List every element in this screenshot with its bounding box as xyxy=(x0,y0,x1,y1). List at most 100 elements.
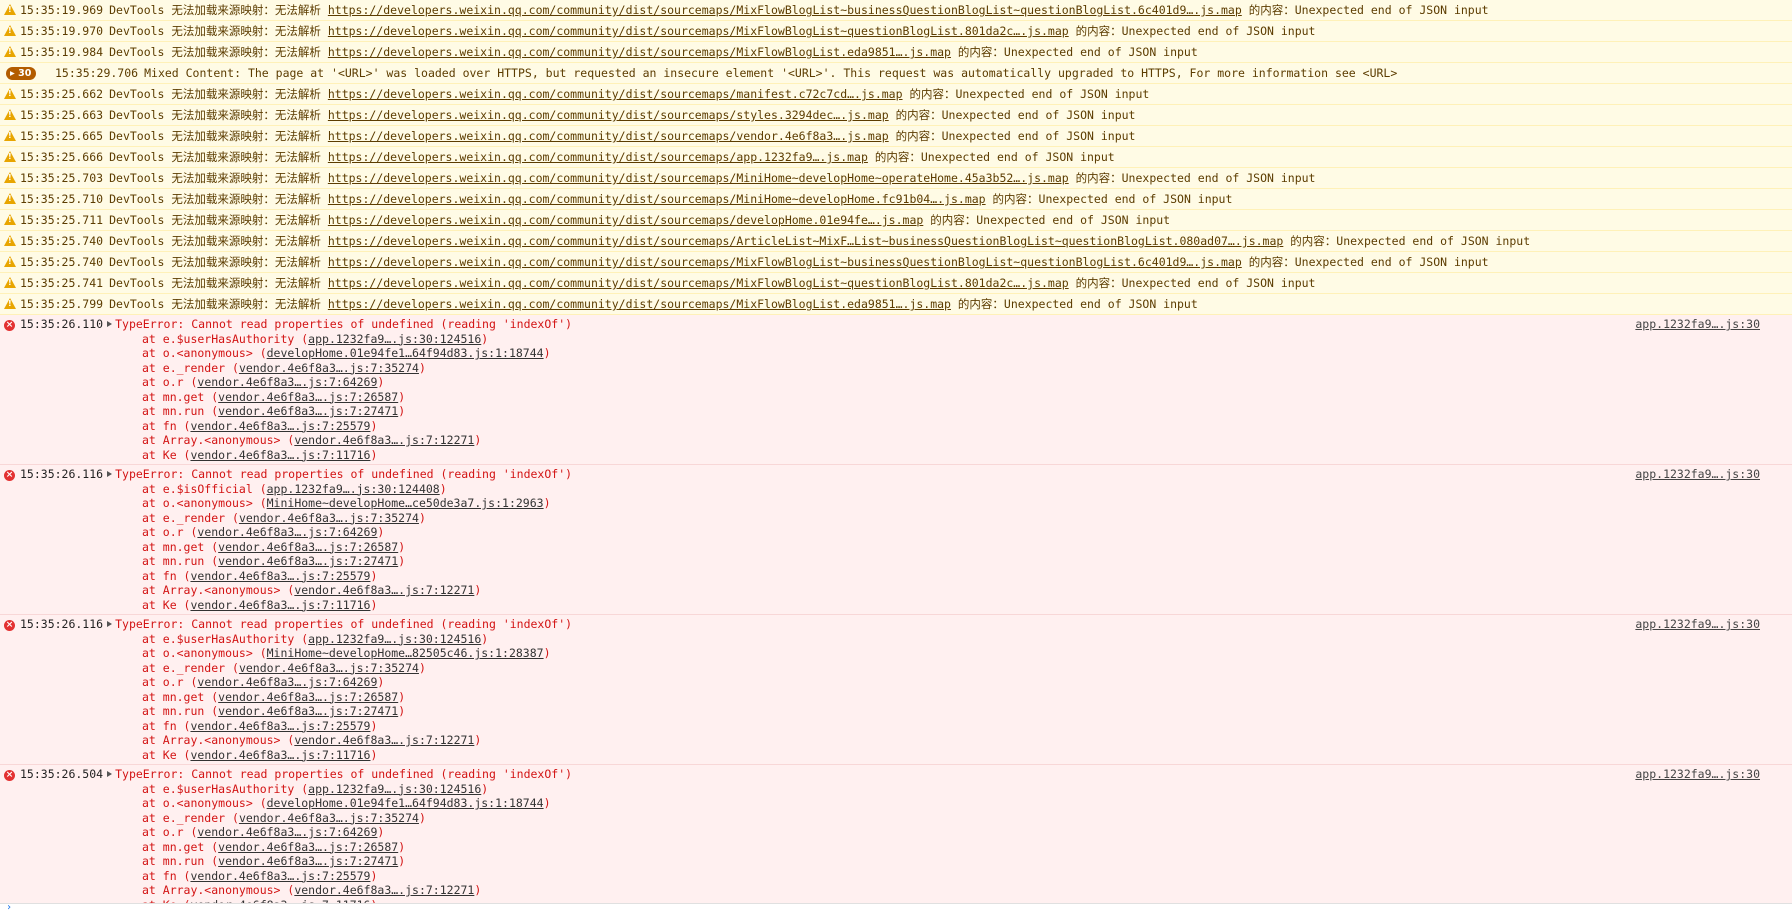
error-header[interactable]: 15:35:26.110 TypeError: Cannot read prope… xyxy=(0,317,1792,332)
stack-frame-location-link[interactable]: vendor.4e6f8a3….js:7:35274 xyxy=(239,811,419,825)
warning-row[interactable]: 15:35:25.740 DevTools 无法加载来源映射：无法解析 https… xyxy=(0,231,1792,252)
error-header[interactable]: 15:35:26.116 TypeError: Cannot read prope… xyxy=(0,617,1792,632)
sourcemap-link[interactable]: https://developers.weixin.qq.com/communi… xyxy=(328,24,1069,38)
message-tail: 的内容：Unexpected end of JSON input xyxy=(1075,171,1316,185)
stack-frame-location-link[interactable]: vendor.4e6f8a3….js:7:26587 xyxy=(218,840,398,854)
mixed-content-warning-row[interactable]: ▸ 30 15:35:29.706 Mixed Content: The page… xyxy=(0,63,1792,84)
stack-frame-close: ) xyxy=(370,418,378,433)
warning-row[interactable]: 15:35:25.703 DevTools 无法加载来源映射：无法解析 https… xyxy=(0,168,1792,189)
warning-icon xyxy=(4,130,16,141)
stack-frame-location-link[interactable]: app.1232fa9….js:30:124516 xyxy=(308,632,481,646)
stack-frame-location-link[interactable]: vendor.4e6f8a3….js:7:64269 xyxy=(197,675,377,689)
sourcemap-link[interactable]: https://developers.weixin.qq.com/communi… xyxy=(328,3,1242,17)
warning-row[interactable]: 15:35:19.970 DevTools 无法加载来源映射：无法解析 https… xyxy=(0,21,1792,42)
stack-frame-location-link[interactable]: app.1232fa9….js:30:124408 xyxy=(267,482,440,496)
warning-row[interactable]: 15:35:25.711 DevTools 无法加载来源映射：无法解析 https… xyxy=(0,210,1792,231)
timestamp: 15:35:26.116 xyxy=(20,617,104,631)
stack-frame-location-link[interactable]: developHome.01e94fe1…64f94d83.js:1:18744 xyxy=(267,796,544,810)
stack-frame-location-link[interactable]: vendor.4e6f8a3….js:7:27471 xyxy=(218,704,398,718)
console-prompt[interactable]: › xyxy=(0,903,1792,912)
stack-frame-function: at e.$userHasAuthority ( xyxy=(142,331,309,346)
stack-frame-location-link[interactable]: vendor.4e6f8a3….js:7:35274 xyxy=(239,661,419,675)
stack-frame-location-link[interactable]: developHome.01e94fe1…64f94d83.js:1:18744 xyxy=(267,346,544,360)
expand-triangle-icon[interactable] xyxy=(107,321,113,327)
stack-frame-location-link[interactable]: vendor.4e6f8a3….js:7:27471 xyxy=(218,404,398,418)
sourcemap-link[interactable]: https://developers.weixin.qq.com/communi… xyxy=(328,192,986,206)
stack-frame-location-link[interactable]: vendor.4e6f8a3….js:7:27471 xyxy=(218,854,398,868)
error-header[interactable]: 15:35:26.504 TypeError: Cannot read prope… xyxy=(0,767,1792,782)
stack-frame-function: at mn.run ( xyxy=(142,554,219,568)
expand-triangle-icon[interactable] xyxy=(107,771,113,777)
stack-frame-location-link[interactable]: vendor.4e6f8a3….js:7:12271 xyxy=(294,733,474,747)
stack-frame-location-link[interactable]: vendor.4e6f8a3….js:7:26587 xyxy=(218,690,398,704)
error-icon: × xyxy=(4,320,15,331)
stack-frame-location-link[interactable]: vendor.4e6f8a3….js:7:27471 xyxy=(218,554,398,568)
sourcemap-link[interactable]: https://developers.weixin.qq.com/communi… xyxy=(328,213,923,227)
sourcemap-link[interactable]: https://developers.weixin.qq.com/communi… xyxy=(328,171,1069,185)
warning-row[interactable]: 15:35:25.662 DevTools 无法加载来源映射：无法解析 https… xyxy=(0,84,1792,105)
message-source: DevTools xyxy=(109,297,165,311)
repeat-count-badge[interactable]: ▸ 30 xyxy=(6,67,37,80)
stack-frame-location-link[interactable]: vendor.4e6f8a3….js:7:25579 xyxy=(190,719,370,733)
sourcemap-link[interactable]: https://developers.weixin.qq.com/communi… xyxy=(328,129,889,143)
warning-row[interactable]: 15:35:25.666 DevTools 无法加载来源映射：无法解析 https… xyxy=(0,147,1792,168)
stack-frame-location-link[interactable]: vendor.4e6f8a3….js:7:25579 xyxy=(190,869,370,883)
stack-frame-location-link[interactable]: MiniHome~developHome…ce50de3a7.js:1:2963 xyxy=(267,496,544,510)
sourcemap-link[interactable]: https://developers.weixin.qq.com/communi… xyxy=(328,276,1069,290)
error-source-link[interactable]: app.1232fa9….js:30 xyxy=(1635,467,1760,482)
stack-frame-location-link[interactable]: app.1232fa9….js:30:124516 xyxy=(308,332,481,346)
stack-frame-function: at o.<anonymous> ( xyxy=(142,646,267,660)
stack-frame: at o.<anonymous> (MiniHome~developHome…8… xyxy=(0,646,1792,661)
stack-frame-function: at o.<anonymous> ( xyxy=(142,796,267,810)
stack-frame: at e.$isOfficial (app.1232fa9….js:30:124… xyxy=(0,482,1792,497)
stack-frame-location-link[interactable]: vendor.4e6f8a3….js:7:35274 xyxy=(239,511,419,525)
stack-frame-location-link[interactable]: vendor.4e6f8a3….js:7:64269 xyxy=(197,525,377,539)
stack-frame: at o.<anonymous> (developHome.01e94fe1…6… xyxy=(0,346,1792,361)
sourcemap-link[interactable]: https://developers.weixin.qq.com/communi… xyxy=(328,234,1283,248)
stack-frame: at Ke (vendor.4e6f8a3….js:7:11716) xyxy=(0,748,1792,763)
stack-frame-location-link[interactable]: vendor.4e6f8a3….js:7:25579 xyxy=(190,419,370,433)
warning-row[interactable]: 15:35:19.984 DevTools 无法加载来源映射：无法解析 https… xyxy=(0,42,1792,63)
stack-frame-location-link[interactable]: app.1232fa9….js:30:124516 xyxy=(308,782,481,796)
stack-frame-location-link[interactable]: vendor.4e6f8a3….js:7:26587 xyxy=(218,540,398,554)
warning-row[interactable]: 15:35:25.710 DevTools 无法加载来源映射：无法解析 https… xyxy=(0,189,1792,210)
sourcemap-link[interactable]: https://developers.weixin.qq.com/communi… xyxy=(328,150,868,164)
stack-frame: at mn.get (vendor.4e6f8a3….js:7:26587) xyxy=(0,840,1792,855)
stack-frame-location-link[interactable]: vendor.4e6f8a3….js:7:25579 xyxy=(190,569,370,583)
error-header[interactable]: 15:35:26.116 TypeError: Cannot read prope… xyxy=(0,467,1792,482)
stack-frame-close: ) xyxy=(398,554,406,568)
stack-frame-location-link[interactable]: vendor.4e6f8a3….js:7:26587 xyxy=(218,390,398,404)
sourcemap-link[interactable]: https://developers.weixin.qq.com/communi… xyxy=(328,87,903,101)
stack-frame-location-link[interactable]: vendor.4e6f8a3….js:7:12271 xyxy=(294,583,474,597)
stack-frame-location-link[interactable]: vendor.4e6f8a3….js:7:11716 xyxy=(190,448,370,462)
sourcemap-link[interactable]: https://developers.weixin.qq.com/communi… xyxy=(328,255,1242,269)
warning-row[interactable]: 15:35:25.665 DevTools 无法加载来源映射：无法解析 https… xyxy=(0,126,1792,147)
sourcemap-link[interactable]: https://developers.weixin.qq.com/communi… xyxy=(328,297,951,311)
expand-triangle-icon[interactable] xyxy=(107,471,113,477)
sourcemap-link[interactable]: https://developers.weixin.qq.com/communi… xyxy=(328,108,889,122)
message-source: DevTools xyxy=(109,87,165,101)
stack-frame-close: ) xyxy=(377,675,385,689)
stack-frame-location-link[interactable]: vendor.4e6f8a3….js:7:11716 xyxy=(190,598,370,612)
stack-frame-location-link[interactable]: vendor.4e6f8a3….js:7:35274 xyxy=(239,361,419,375)
sourcemap-link[interactable]: https://developers.weixin.qq.com/communi… xyxy=(328,45,951,59)
error-source-link[interactable]: app.1232fa9….js:30 xyxy=(1635,767,1760,782)
warning-row[interactable]: 15:35:25.741 DevTools 无法加载来源映射：无法解析 https… xyxy=(0,273,1792,294)
stack-frame-location-link[interactable]: MiniHome~developHome…82505c46.js:1:28387 xyxy=(267,646,544,660)
stack-frame-location-link[interactable]: vendor.4e6f8a3….js:7:64269 xyxy=(197,375,377,389)
stack-frame-location-link[interactable]: vendor.4e6f8a3….js:7:12271 xyxy=(294,883,474,897)
message-source: DevTools xyxy=(109,234,165,248)
stack-frame-location-link[interactable]: vendor.4e6f8a3….js:7:64269 xyxy=(197,825,377,839)
error-source-link[interactable]: app.1232fa9….js:30 xyxy=(1635,617,1760,632)
warning-row[interactable]: 15:35:25.799 DevTools 无法加载来源映射：无法解析 https… xyxy=(0,294,1792,315)
stack-frame-close: ) xyxy=(543,796,551,810)
error-source-link[interactable]: app.1232fa9….js:30 xyxy=(1635,317,1760,332)
expand-triangle-icon[interactable] xyxy=(107,621,113,627)
warning-row[interactable]: 15:35:25.663 DevTools 无法加载来源映射：无法解析 https… xyxy=(0,105,1792,126)
stack-frame-location-link[interactable]: vendor.4e6f8a3….js:7:11716 xyxy=(190,748,370,762)
stack-frame-location-link[interactable]: vendor.4e6f8a3….js:7:12271 xyxy=(294,433,474,447)
warning-row[interactable]: 15:35:25.740 DevTools 无法加载来源映射：无法解析 https… xyxy=(0,252,1792,273)
stack-frame-function: at Array.<anonymous> ( xyxy=(142,733,295,747)
stack-frame: at Array.<anonymous> (vendor.4e6f8a3….js… xyxy=(0,433,1792,448)
warning-row[interactable]: 15:35:19.969 DevTools 无法加载来源映射：无法解析 https… xyxy=(0,0,1792,21)
